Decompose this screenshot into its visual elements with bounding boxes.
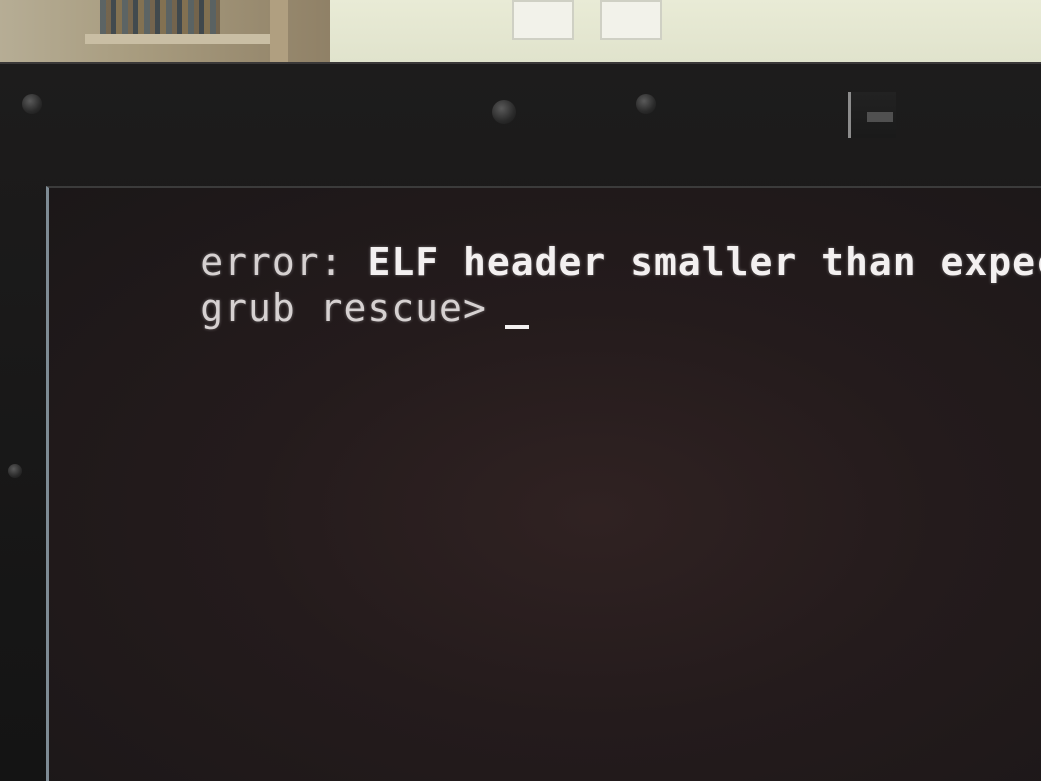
bezel-screw xyxy=(492,100,516,124)
bookshelf-post xyxy=(270,0,288,70)
grub-rescue-prompt[interactable]: grub rescue> xyxy=(57,242,529,374)
prompt-text: grub rescue> xyxy=(200,286,487,330)
wall-switch-right xyxy=(600,0,662,40)
text-cursor[interactable] xyxy=(504,325,529,329)
background-bookshelf xyxy=(0,0,335,70)
bezel-bracket-tab xyxy=(867,112,893,122)
bezel-bracket xyxy=(848,92,896,138)
background-wall xyxy=(330,0,1041,70)
bookshelf-board xyxy=(85,34,275,44)
bezel-screw xyxy=(636,94,656,114)
bezel-screw xyxy=(22,94,42,114)
wall-switch-left xyxy=(512,0,574,40)
terminal-screen: error: ELF header smaller than expected.… xyxy=(46,186,1041,781)
photo-scene: error: ELF header smaller than expected.… xyxy=(0,0,1041,781)
bezel-screw xyxy=(8,464,22,478)
